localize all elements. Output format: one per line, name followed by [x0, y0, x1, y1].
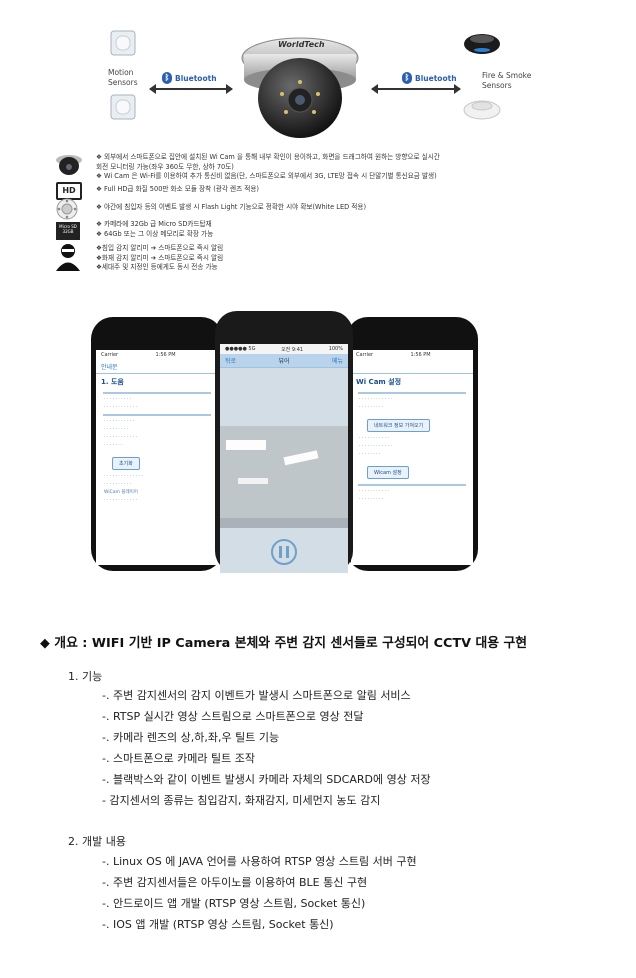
feature-text: ❖ 카메라에 32Gb 급 Micro SD카드탑재 ❖ 64Gb 또는 그 이…: [96, 220, 214, 238]
section2-title: 2. 개발 내용: [68, 835, 126, 848]
phone-left-screen: Carrier 1:56 PM 안내문 1. 도움 · · · · · · · ·…: [96, 350, 218, 565]
status-bar: ●●●●● 5G 오전 9:41 100%: [220, 344, 348, 354]
get-network-button[interactable]: 네트워크 정보 가져오기: [367, 419, 431, 432]
intruder-icon: [56, 244, 80, 271]
screen-title: Wi Cam 설정: [356, 378, 402, 386]
list-item: -. RTSP 실시간 영상 스트림으로 스마트폰으로 영상 전달: [102, 710, 364, 723]
list-item: -. 블랙박스와 같이 이벤트 발생시 카메라 자체의 SDCARD에 영상 저…: [102, 773, 431, 786]
status-bar: Carrier 1:56 PM: [101, 352, 176, 358]
feature-text: ❖ 외부에서 스마트폰으로 집안에 설치된 Wi Cam 을 통해 내부 확인이…: [96, 153, 440, 181]
back-button[interactable]: 뒤로: [225, 356, 236, 365]
reset-button[interactable]: 초기화: [112, 457, 140, 470]
camera-live-view: [220, 368, 348, 573]
smoke-sensor-icon: [464, 34, 500, 54]
list-item: -. 주변 감지센서의 감지 이벤트가 발생시 스마트폰으로 알림 서비스: [102, 689, 411, 702]
list-item: -. 카메라 렌즈의 상,하,좌,우 틸트 기능: [102, 731, 280, 744]
motion-sensor-icon: [110, 30, 136, 56]
phone-center-screen: ●●●●● 5G 오전 9:41 100% 뒤로 뷰어 메뉴: [220, 344, 348, 573]
camera-brand: WorldTech: [278, 40, 325, 49]
micro-sd-icon: Micro SD 32GB: [56, 222, 80, 240]
phone-center: ●●●●● 5G 오전 9:41 100% 뒤로 뷰어 메뉴: [215, 311, 353, 573]
player-section: WiCam 플레이어: [104, 490, 138, 495]
nav-bar: [351, 360, 473, 374]
fire-sensor-icon: [463, 100, 501, 120]
bluetooth-icon: ᛒ: [162, 72, 172, 84]
nav-bar: 안내문: [96, 360, 218, 374]
bluetooth-icon: ᛒ: [402, 72, 412, 84]
bluetooth-left: ᛒ Bluetooth: [162, 72, 217, 84]
phone-right: Carrier 1:56 PM Wi Cam 설정 · · · · · · · ·…: [346, 317, 478, 571]
screen-title: 1. 도움: [101, 378, 124, 386]
list-item: - 감지센서의 종류는 침입감지, 화재감지, 미세먼지 농도 감지: [102, 794, 381, 807]
feature-text: ❖ Full HD급 화질 500만 화소 모듈 장착 (광각 렌즈 적용): [96, 185, 259, 193]
list-item: -. 스마트폰으로 카메라 틸트 조작: [102, 752, 256, 765]
overview-heading: ◆ 개요 : WIFI 기반 IP Camera 본체와 주변 감지 센서들로 …: [40, 636, 528, 651]
link-arrow: [371, 84, 461, 94]
section1-title: 1. 기능: [68, 670, 103, 683]
nav-bar: 뒤로 뷰어 메뉴: [220, 354, 348, 368]
phone-right-screen: Carrier 1:56 PM Wi Cam 설정 · · · · · · · ·…: [351, 350, 473, 565]
dome-camera-icon: [56, 155, 82, 175]
list-item: -. 주변 감지센서들은 아두이노를 이용하여 BLE 통신 구현: [102, 876, 368, 889]
feature-text: ❖침입 감지 알리미 ➔ 스마트폰으로 즉시 알림 ❖화재 감지 알리미 ➔ 스…: [96, 244, 224, 272]
section1-list: -. 주변 감지센서의 감지 이벤트가 발생시 스마트폰으로 알림 서비스 -.…: [102, 687, 431, 813]
section2-list: -. Linux OS 에 JAVA 언어를 사용하여 RTSP 영상 스트림 …: [102, 853, 417, 937]
list-item: -. 안드로이드 앱 개발 (RTSP 영상 스트림, Socket 통신): [102, 897, 366, 910]
list-item: -. IOS 앱 개발 (RTSP 영상 스트림, Socket 통신): [102, 918, 334, 931]
menu-button[interactable]: 메뉴: [332, 356, 343, 365]
wicam-settings-button[interactable]: Wicam 설정: [367, 466, 409, 479]
motion-sensors-label: Motion Sensors: [108, 68, 138, 87]
led-ring-icon: [56, 198, 78, 220]
status-bar: Carrier 1:56 PM: [356, 352, 431, 358]
fire-smoke-sensors-label: Fire & Smoke Sensors: [482, 71, 532, 90]
list-item: -. Linux OS 에 JAVA 언어를 사용하여 RTSP 영상 스트림 …: [102, 855, 417, 868]
link-arrow: [149, 84, 233, 94]
feature-text: ❖ 야간에 침입자 등의 이벤트 발생 시 Flash Light 기능으로 정…: [96, 203, 367, 211]
phone-left: Carrier 1:56 PM 안내문 1. 도움 · · · · · · · ·…: [91, 317, 223, 571]
motion-sensor-icon: [110, 94, 136, 120]
bluetooth-right: ᛒ Bluetooth: [402, 72, 457, 84]
